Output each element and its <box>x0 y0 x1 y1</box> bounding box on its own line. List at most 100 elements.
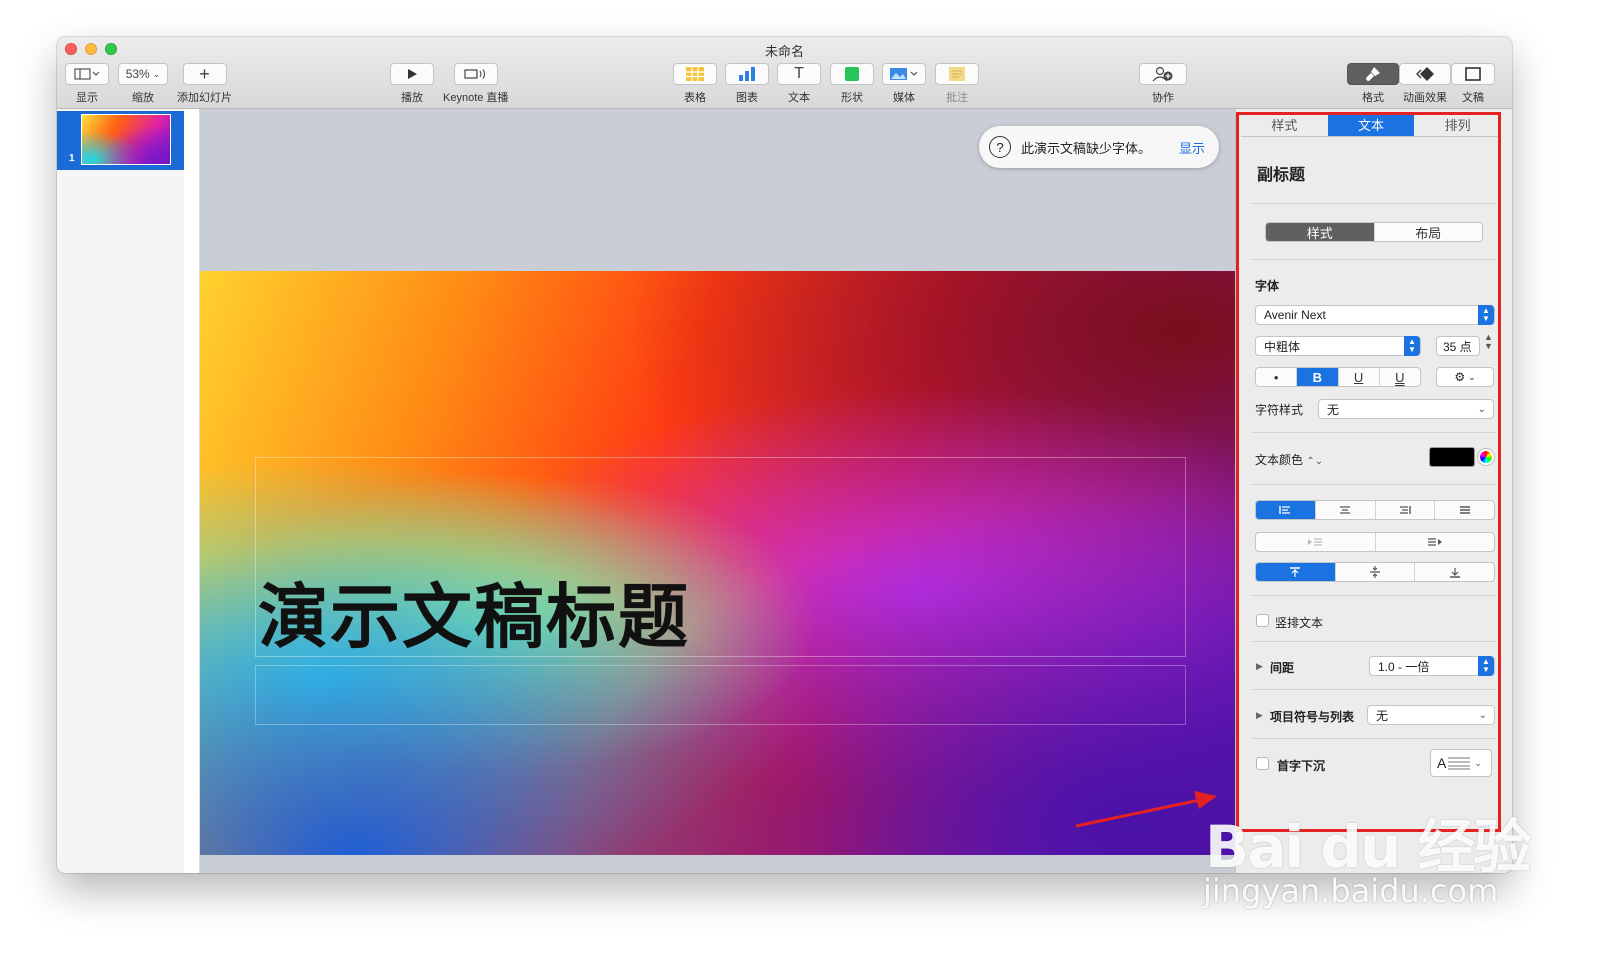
chart-icon <box>739 67 755 81</box>
add-slide-control[interactable]: + 添加幻灯片 <box>177 63 232 105</box>
comment-button[interactable] <box>935 63 979 85</box>
char-style-select[interactable]: 无 ⌄ <box>1318 399 1494 419</box>
style-layout-segment: 样式 布局 <box>1265 222 1483 242</box>
document-control[interactable]: 文稿 <box>1451 63 1495 105</box>
format-control[interactable]: 格式 <box>1347 63 1399 105</box>
zoom-dropdown[interactable]: 53% ⌄ <box>118 63 168 85</box>
font-family-select[interactable]: Avenir Next ▲ ▼ <box>1255 305 1495 325</box>
disclosure-triangle-icon[interactable]: ▶ <box>1256 710 1263 721</box>
align-left-button[interactable] <box>1256 501 1316 519</box>
slide-canvas: ? 此演示文稿缺少字体。 显示 演示文稿标题 <box>200 109 1235 873</box>
divider <box>1251 203 1496 204</box>
shape-control[interactable]: 形状 <box>830 63 874 105</box>
increase-indent-button[interactable] <box>1376 533 1495 551</box>
text-control[interactable]: T 文本 <box>777 63 821 105</box>
vertical-align-bottom-button[interactable] <box>1415 563 1494 581</box>
question-icon[interactable]: ? <box>989 136 1011 158</box>
keynote-window: 未命名 显示 53% ⌄ 缩放 + 添加幻灯片 播放 Keynote 直播 表格… <box>57 37 1512 873</box>
media-label: 媒体 <box>893 92 915 104</box>
collaborate-control[interactable]: 协作 <box>1139 63 1187 105</box>
tab-text[interactable]: 文本 <box>1327 113 1415 136</box>
subtab-layout[interactable]: 布局 <box>1375 223 1483 241</box>
advanced-options-button[interactable]: ⚙ ⌄ <box>1436 367 1494 387</box>
paragraph-style-title[interactable]: 副标题 <box>1257 161 1305 185</box>
chevron-down-icon: ⌄ <box>1478 709 1487 721</box>
format-button[interactable] <box>1347 63 1399 85</box>
navigator-divider <box>184 109 200 873</box>
add-slide-button[interactable]: + <box>182 63 227 85</box>
underline-button[interactable]: U <box>1339 368 1380 386</box>
font-weight-select[interactable]: 中粗体 ▲ ▼ <box>1255 336 1421 356</box>
document-button[interactable] <box>1451 63 1495 85</box>
spacing-label[interactable]: 间距 <box>1270 659 1294 676</box>
shape-icon <box>845 67 859 81</box>
collaborate-button[interactable] <box>1139 63 1187 85</box>
divider <box>1251 259 1496 260</box>
play-button[interactable] <box>390 63 434 85</box>
chart-control[interactable]: 图表 <box>725 63 769 105</box>
text-color-label[interactable]: 文本颜色 ⌃⌄ <box>1255 451 1323 468</box>
keynote-live-control[interactable]: Keynote 直播 <box>443 63 508 105</box>
bullets-value: 无 <box>1376 708 1389 723</box>
dropcap-style-select[interactable]: A ⌄ <box>1430 749 1492 777</box>
align-middle-icon <box>1370 566 1380 578</box>
text-label: 文本 <box>788 92 810 104</box>
subtab-style[interactable]: 样式 <box>1266 223 1375 241</box>
slide[interactable]: 演示文稿标题 <box>200 271 1235 855</box>
view-control[interactable]: 显示 <box>65 63 109 105</box>
bullet-button[interactable]: • <box>1256 368 1298 386</box>
font-size-field[interactable]: 35 点 <box>1436 336 1480 356</box>
animate-control[interactable]: 动画效果 <box>1399 63 1451 105</box>
divider <box>1251 595 1496 596</box>
slide-title[interactable]: 演示文稿标题 <box>258 561 690 662</box>
inspector-tabs: 样式 文本 排列 <box>1241 113 1501 137</box>
vertical-align-middle-button[interactable] <box>1336 563 1416 581</box>
tab-arrange[interactable]: 排列 <box>1414 113 1501 136</box>
align-right-button[interactable] <box>1376 501 1436 519</box>
divider <box>1251 432 1496 433</box>
font-size-stepper[interactable]: ▲ ▼ <box>1484 333 1493 351</box>
vertical-align-top-button[interactable] <box>1256 563 1336 581</box>
view-button[interactable] <box>65 63 109 85</box>
animate-button[interactable] <box>1399 63 1451 85</box>
text-icon: T <box>794 65 804 82</box>
table-button[interactable] <box>673 63 717 85</box>
disclosure-triangle-icon[interactable]: ▶ <box>1256 661 1263 672</box>
tab-style[interactable]: 样式 <box>1241 113 1328 136</box>
slide-thumbnail-image[interactable] <box>81 114 171 165</box>
play-control[interactable]: 播放 <box>390 63 434 105</box>
dropcap-preview: A <box>1437 755 1447 771</box>
text-button[interactable]: T <box>777 63 821 85</box>
spacing-select[interactable]: 1.0 - 一倍 ▲ ▼ <box>1369 656 1495 676</box>
notice-show-link[interactable]: 显示 <box>1179 138 1205 157</box>
media-control[interactable]: 媒体 <box>882 63 926 105</box>
color-wheel-icon[interactable] <box>1478 449 1494 465</box>
keynote-live-label: Keynote 直播 <box>443 92 509 104</box>
dropcap-checkbox[interactable] <box>1256 757 1269 770</box>
comment-control[interactable]: 批注 <box>935 63 979 105</box>
char-style-value: 无 <box>1327 402 1340 417</box>
decrease-indent-button[interactable] <box>1256 533 1376 551</box>
bullets-lists-label[interactable]: 项目符号与列表 <box>1270 708 1354 725</box>
animate-label: 动画效果 <box>1403 92 1447 104</box>
gear-icon: ⚙ <box>1454 370 1466 384</box>
select-arrows-icon: ▲ ▼ <box>1404 336 1420 356</box>
zoom-control[interactable]: 53% ⌄ 缩放 <box>118 63 168 105</box>
double-underline-button[interactable]: U <box>1380 368 1420 386</box>
vertical-text-checkbox[interactable] <box>1256 614 1269 627</box>
subtitle-placeholder[interactable] <box>255 665 1186 725</box>
table-control[interactable]: 表格 <box>673 63 717 105</box>
media-button[interactable] <box>882 63 926 85</box>
keynote-live-button[interactable] <box>453 63 498 85</box>
chart-button[interactable] <box>725 63 769 85</box>
text-color-swatch[interactable] <box>1429 447 1475 467</box>
bold-button[interactable]: B <box>1297 368 1339 386</box>
bullets-select[interactable]: 无 ⌄ <box>1367 705 1495 725</box>
char-style-label: 字符样式 <box>1255 403 1304 417</box>
document-label: 文稿 <box>1462 92 1484 104</box>
shape-button[interactable] <box>830 63 874 85</box>
align-center-button[interactable] <box>1316 501 1376 519</box>
align-justify-button[interactable] <box>1435 501 1494 519</box>
slide-thumbnail-selected[interactable]: 1 <box>57 111 184 170</box>
spacing-value: 1.0 - 一倍 <box>1378 659 1430 674</box>
